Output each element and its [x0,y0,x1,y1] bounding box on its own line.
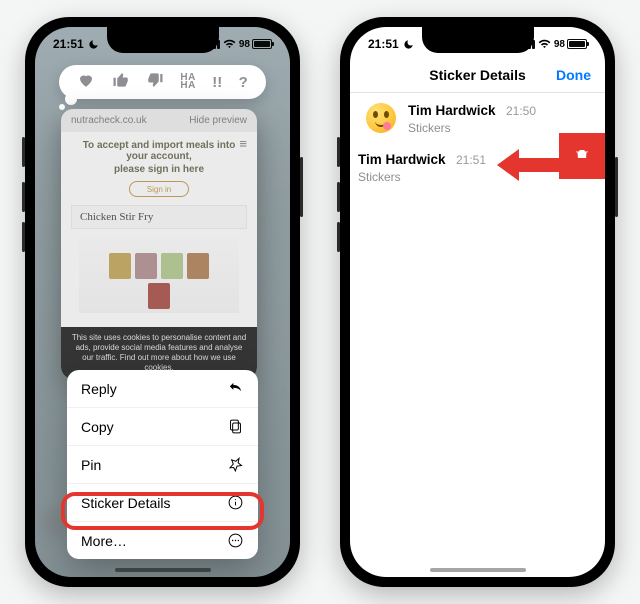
tapback-heart-icon[interactable] [77,71,95,94]
home-indicator[interactable] [430,568,526,572]
preview-domain: nutracheck.co.uk [71,115,147,126]
tapback-haha-icon[interactable]: HA HA [180,74,195,90]
info-icon [227,494,244,511]
status-time: 21:51 [368,37,399,51]
menu-pin[interactable]: Pin [67,446,258,484]
menu-copy[interactable]: Copy [67,408,258,446]
dnd-moon-icon [403,39,414,50]
copy-icon [227,418,244,435]
recipe-title: Chicken Stir Fry [71,205,247,229]
sign-in-button[interactable]: Sign in [129,181,189,197]
preview-image [79,235,239,313]
sticker-emoji-icon [364,101,398,135]
hamburger-icon[interactable]: ≡ [239,136,247,151]
screen-right: 21:51 98 Sticker Details Done [350,27,605,577]
menu-sticker-details-label: Sticker Details [81,495,170,511]
menu-pin-label: Pin [81,457,101,473]
battery-indicator: 98 [554,39,587,50]
battery-percent: 98 [239,39,250,50]
menu-reply[interactable]: Reply [67,370,258,408]
wifi-icon [223,39,236,49]
pin-icon [227,456,244,473]
preview-text-1: To accept and import meals into your acc… [61,132,257,164]
sticker-row-time: 21:50 [506,104,536,118]
page-title: Sticker Details [429,67,526,83]
context-menu: Reply Copy Pin Sticker Details More… [67,370,258,559]
status-time: 21:51 [53,37,84,51]
sticker-row-name: Tim Hardwick [358,152,446,167]
home-indicator[interactable] [115,568,211,572]
menu-copy-label: Copy [81,419,114,435]
notch [422,27,534,53]
phone-right: 21:51 98 Sticker Details Done [340,17,615,587]
tapback-exclaim-icon[interactable]: !! [212,74,222,91]
reply-icon [227,380,244,397]
sticker-row-time: 21:51 [456,153,486,167]
sticker-row-name: Tim Hardwick [408,103,496,118]
menu-reply-label: Reply [81,381,117,397]
menu-more-label: More… [81,533,127,549]
tapback-thumbsup-icon[interactable] [112,71,130,94]
phone-left: 21:51 98 [25,17,300,587]
done-button[interactable]: Done [556,67,591,83]
tapback-thumbsdown-icon[interactable] [146,71,164,94]
tapback-question-icon[interactable]: ? [239,74,248,91]
dnd-moon-icon [88,39,99,50]
wifi-icon [538,39,551,49]
menu-sticker-details[interactable]: Sticker Details [67,484,258,522]
annotation-arrow [497,149,591,181]
notch [107,27,219,53]
nav-bar: Sticker Details Done [350,57,605,93]
hide-preview-link[interactable]: Hide preview [189,115,247,126]
tapback-picker[interactable]: HA HA !! ? [59,65,266,99]
preview-text-2: please sign in here [61,164,257,175]
more-icon [227,532,244,549]
preview-body: ≡ To accept and import meals into your a… [61,132,257,379]
battery-percent: 98 [554,39,565,50]
menu-more[interactable]: More… [67,522,258,559]
message-link-preview[interactable]: nutracheck.co.uk Hide preview ≡ To accep… [61,109,257,379]
cookie-text: This site uses cookies to personalise co… [69,333,249,373]
battery-indicator: 98 [239,39,272,50]
screen-left: 21:51 98 [35,27,290,577]
